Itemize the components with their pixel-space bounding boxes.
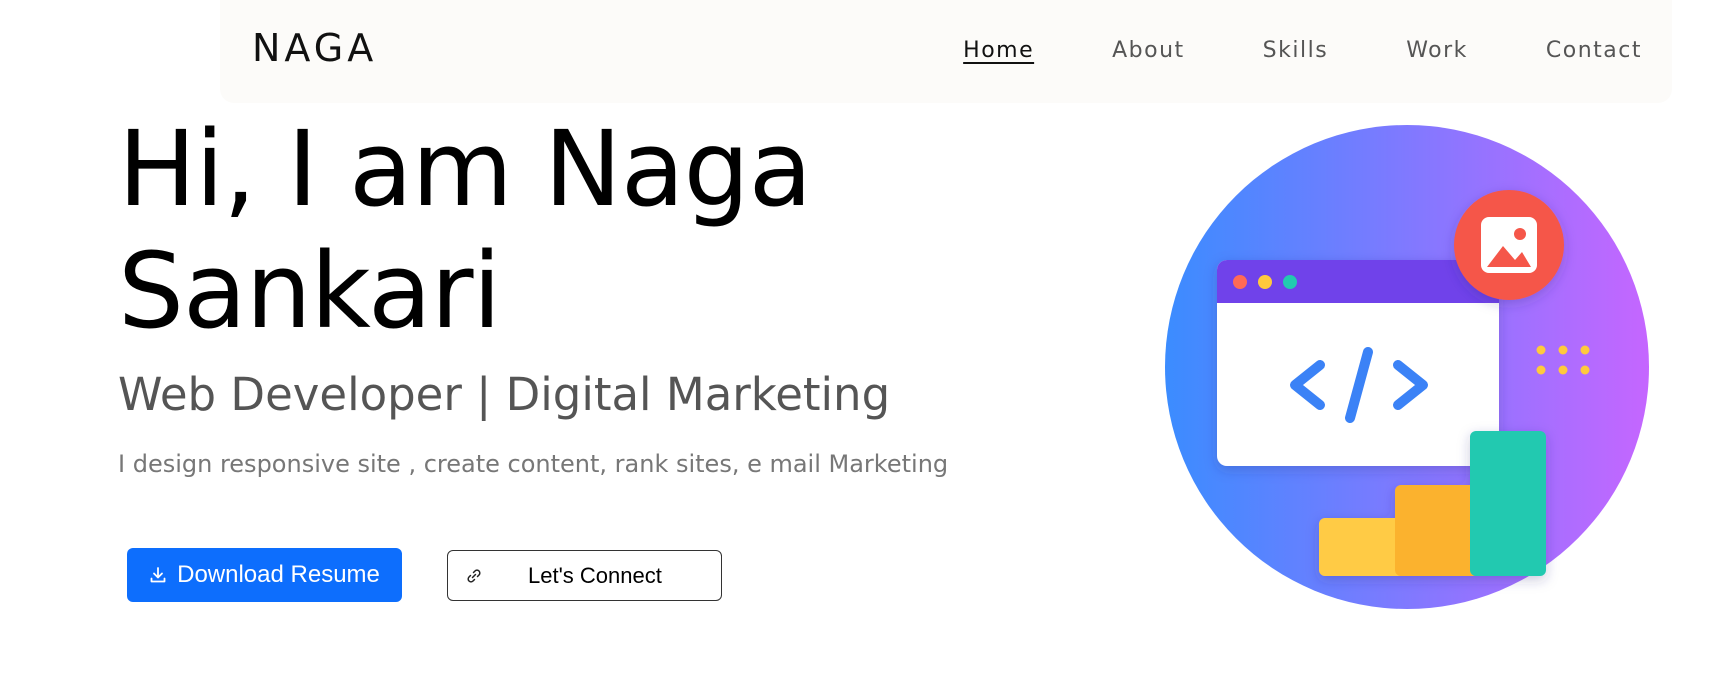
web-dev-illustration-svg bbox=[1165, 125, 1649, 609]
nav-links: Home About Skills Work Contact bbox=[885, 38, 1642, 63]
code-window-icon bbox=[1217, 260, 1499, 466]
nav-link-skills[interactable]: Skills bbox=[1263, 38, 1329, 63]
nav-link-home[interactable]: Home bbox=[963, 38, 1034, 63]
hero-subtitle: Web Developer | Digital Marketing bbox=[118, 368, 891, 421]
brand-logo[interactable]: NAGA bbox=[252, 26, 377, 70]
lets-connect-button[interactable]: Let's Connect bbox=[447, 550, 722, 601]
download-resume-button[interactable]: Download Resume bbox=[127, 548, 402, 602]
lets-connect-label: Let's Connect bbox=[528, 562, 662, 588]
nav-link-contact[interactable]: Contact bbox=[1546, 38, 1642, 63]
link-icon bbox=[466, 568, 482, 584]
hero-illustration bbox=[1165, 125, 1650, 610]
nav-link-about[interactable]: About bbox=[1112, 38, 1185, 63]
image-icon bbox=[1454, 190, 1564, 300]
hero-title: Hi, I am Naga Sankari bbox=[118, 108, 812, 352]
download-icon bbox=[149, 566, 167, 584]
download-resume-label: Download Resume bbox=[177, 561, 380, 588]
hero-title-line1: Hi, I am Naga bbox=[118, 108, 812, 230]
hero-title-line2: Sankari bbox=[118, 230, 501, 352]
hero-description: I design responsive site , create conten… bbox=[118, 450, 949, 478]
nav-link-work[interactable]: Work bbox=[1406, 38, 1468, 63]
top-navbar: NAGA Home About Skills Work Contact bbox=[220, 0, 1672, 103]
